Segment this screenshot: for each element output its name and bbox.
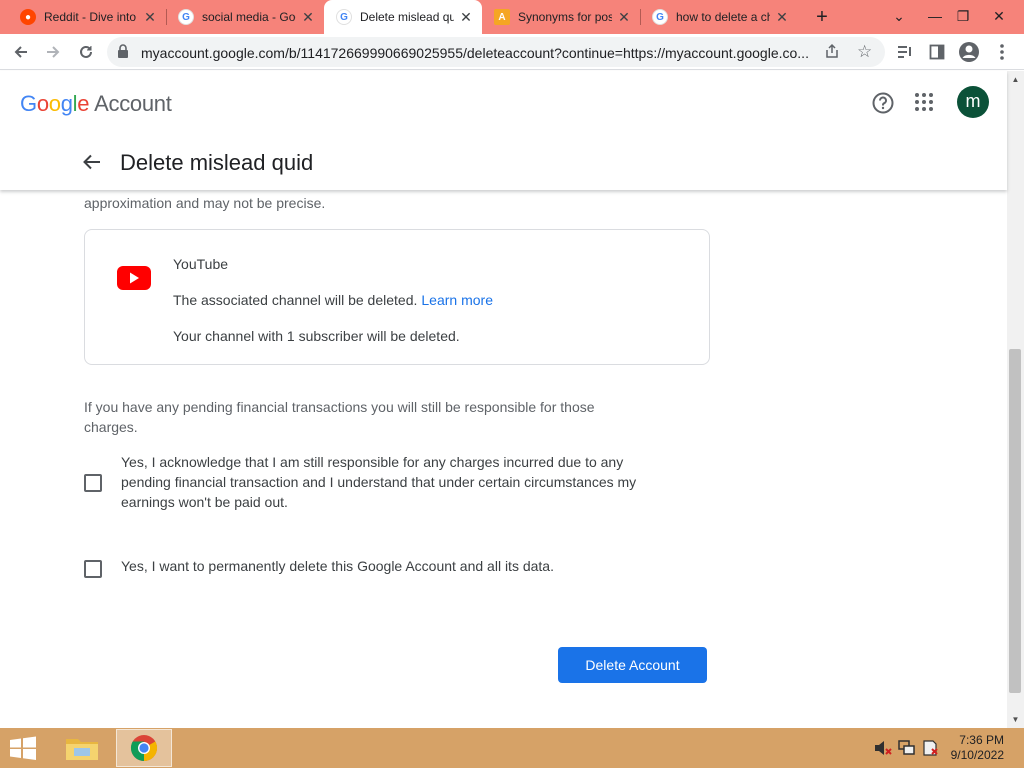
main-content: approximation and may not be precise. Yo…	[0, 190, 1007, 728]
share-icon[interactable]	[824, 43, 840, 64]
close-tab-icon[interactable]: ✕	[458, 9, 474, 25]
new-tab-button[interactable]: +	[810, 5, 834, 29]
pending-transactions-note: If you have any pending financial transa…	[84, 399, 595, 435]
windows-taskbar: 7:36 PM 9/10/2022	[0, 728, 1024, 768]
tab-search-icon[interactable]: ⌄	[882, 0, 916, 34]
page-title: Delete mislead quid	[120, 150, 314, 175]
logo-letter: g	[60, 91, 73, 116]
action-center-icon[interactable]	[922, 740, 940, 756]
clock-time: 7:36 PM	[959, 733, 1004, 747]
account-avatar[interactable]: m	[957, 86, 989, 118]
youtube-service-name: YouTube	[173, 256, 229, 272]
tab-strip: ● Reddit - Dive into anything ✕ G social…	[0, 0, 1024, 34]
acknowledge-charges-checkbox[interactable]	[84, 474, 102, 492]
close-tab-icon[interactable]: ✕	[300, 9, 316, 25]
windows-start-icon[interactable]	[6, 736, 40, 765]
address-bar[interactable]: myaccount.google.com/b/11417266999066902…	[107, 37, 885, 67]
logo-letter: o	[48, 91, 61, 116]
acknowledge-charges-label[interactable]: Yes, I acknowledge that I am still respo…	[121, 452, 641, 512]
learn-more-link[interactable]: Learn more	[421, 292, 493, 308]
help-icon[interactable]	[872, 92, 894, 119]
logo-letter: o	[36, 91, 49, 116]
synonyms-icon: A	[494, 9, 510, 25]
tab-how-to-delete[interactable]: G how to delete a channel ✕	[640, 0, 798, 34]
channel-deleted-text: The associated channel will be deleted.	[173, 292, 418, 308]
file-explorer-icon[interactable]	[60, 730, 104, 766]
back-arrow-icon[interactable]	[82, 152, 102, 177]
chrome-taskbar-icon[interactable]	[116, 729, 172, 767]
menu-kebab-icon[interactable]	[989, 39, 1015, 65]
permanently-delete-checkbox[interactable]	[84, 560, 102, 578]
taskbar-clock[interactable]: 7:36 PM 9/10/2022	[944, 733, 1004, 763]
reload-icon[interactable]	[73, 39, 99, 65]
reddit-icon: ●	[20, 9, 36, 25]
browser-toolbar: myaccount.google.com/b/11417266999066902…	[0, 34, 1024, 70]
forward-icon[interactable]	[40, 39, 66, 65]
network-icon[interactable]	[898, 740, 916, 756]
approximation-note: approximation and may not be precise.	[84, 195, 326, 211]
restore-icon[interactable]: ❐	[946, 0, 980, 34]
back-icon[interactable]	[8, 39, 34, 65]
url-text[interactable]: myaccount.google.com/b/11417266999066902…	[141, 45, 811, 61]
close-tab-icon[interactable]: ✕	[616, 9, 632, 25]
google-account-logo[interactable]: Google Account	[20, 91, 172, 117]
tab-title: Synonyms for post	[518, 10, 612, 24]
scroll-thumb[interactable]	[1009, 349, 1021, 693]
tab-title: how to delete a channel	[676, 10, 770, 24]
tab-title: Reddit - Dive into anything	[44, 10, 138, 24]
google-icon: G	[336, 9, 352, 25]
youtube-card: YouTube The associated channel will be d…	[84, 229, 710, 365]
tab-title: social media - Google Search	[202, 10, 296, 24]
close-tab-icon[interactable]: ✕	[142, 9, 158, 25]
tab-delete-account[interactable]: G Delete mislead quid ✕	[324, 0, 482, 34]
subscriber-note: Your channel with 1 subscriber will be d…	[173, 328, 460, 344]
page-header: Google Account m Delete mislead quid	[0, 71, 1007, 190]
scroll-down-arrow-icon[interactable]: ▼	[1007, 711, 1024, 728]
profile-icon[interactable]	[956, 39, 982, 65]
google-apps-icon[interactable]	[914, 92, 934, 117]
logo-letter: e	[77, 91, 90, 116]
tab-title: Delete mislead quid	[360, 10, 454, 24]
youtube-icon	[117, 266, 151, 295]
scroll-up-arrow-icon[interactable]: ▲	[1007, 71, 1024, 88]
clock-date: 9/10/2022	[950, 748, 1004, 762]
tab-reddit[interactable]: ● Reddit - Dive into anything ✕	[8, 0, 166, 34]
permanently-delete-label[interactable]: Yes, I want to permanently delete this G…	[121, 558, 554, 574]
close-tab-icon[interactable]: ✕	[774, 9, 790, 25]
tab-synonyms[interactable]: A Synonyms for post ✕	[482, 0, 640, 34]
page-scrollbar[interactable]: ▲ ▼	[1007, 71, 1024, 728]
lock-icon[interactable]	[117, 44, 129, 63]
bookmark-star-icon[interactable]: ☆	[857, 42, 872, 62]
tab-social-media[interactable]: G social media - Google Search ✕	[166, 0, 324, 34]
volume-muted-icon[interactable]	[874, 740, 892, 756]
logo-letter: G	[20, 91, 37, 116]
close-window-icon[interactable]: ✕	[982, 0, 1016, 34]
side-panel-icon[interactable]	[924, 39, 950, 65]
google-icon: G	[178, 9, 194, 25]
google-icon: G	[652, 9, 668, 25]
logo-account-text: Account	[94, 91, 172, 116]
reading-list-icon[interactable]	[892, 39, 918, 65]
delete-account-button[interactable]: Delete Account	[558, 647, 707, 683]
youtube-channel-note: The associated channel will be deleted. L…	[173, 292, 493, 308]
